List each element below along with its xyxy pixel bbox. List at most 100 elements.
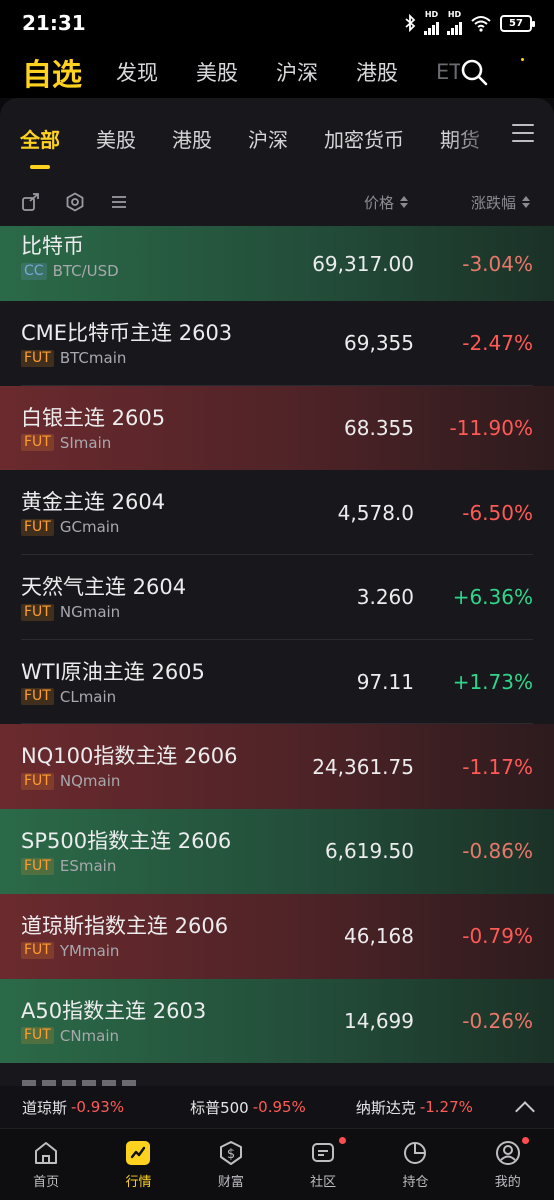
list-view-icon[interactable]	[108, 191, 130, 213]
tab-us-stocks[interactable]: 美股	[196, 57, 238, 87]
nav-profile[interactable]: 我的	[462, 1129, 554, 1200]
profile-icon	[495, 1141, 520, 1165]
hd-label-1: HD	[424, 10, 439, 19]
tab-etf[interactable]: ETF	[436, 60, 460, 84]
instrument-name: CME比特币主连 2603	[21, 321, 233, 345]
price-value: 46,168	[344, 924, 414, 949]
price-value: 68.355	[344, 416, 414, 441]
settings-icon[interactable]	[64, 191, 86, 213]
price-value: 69,317.00	[312, 251, 414, 276]
quote-list: 比特币 CC BTC/USD 69,317.00 -3.04% CME比特币主连 …	[0, 226, 554, 1064]
instrument-symbol: BTCmain	[59, 349, 127, 367]
market-badge: FUT	[21, 857, 54, 875]
price-value: 14,699	[344, 1008, 414, 1033]
tab-a-shares[interactable]: 沪深	[276, 57, 318, 87]
market-badge: CC	[21, 262, 47, 280]
instrument-name: SP500指数主连 2606	[21, 829, 232, 854]
home-icon	[35, 1142, 58, 1164]
quote-row[interactable]: WTI原油主连 2605 FUT CLmain 97.11 +1.73%	[0, 640, 554, 725]
nav-community[interactable]: 社区	[277, 1129, 369, 1200]
change-column-header[interactable]: 涨跌幅	[471, 192, 530, 213]
status-time: 21:31	[22, 11, 86, 35]
markets-icon	[126, 1141, 151, 1165]
quote-row[interactable]: CME比特币主连 2603 FUT BTCmain 69,355 -2.47%	[0, 301, 554, 386]
market-badge: FUT	[21, 942, 54, 960]
bluetooth-icon	[405, 14, 416, 32]
signal-icon-2	[447, 19, 462, 35]
change-value: +6.36%	[452, 585, 533, 610]
status-bar: 21:31 HD HD 57	[0, 0, 554, 46]
ticker-sp500: 标普500 -0.95%	[190, 1098, 306, 1117]
list-header: 价格 涨跌幅	[0, 178, 554, 226]
ticker-dow: 道琼斯 -0.93%	[22, 1098, 125, 1117]
quote-row[interactable]: 比特币 CC BTC/USD 69,317.00 -3.04%	[0, 226, 554, 301]
nav-label: 持仓	[402, 1175, 429, 1190]
price-column-header[interactable]: 价格	[364, 192, 408, 213]
signal-icon-1	[424, 19, 439, 35]
instrument-name: 白银主连 2605	[21, 405, 166, 430]
instrument-name: 天然气主连 2604	[21, 575, 187, 600]
hd-label-2: HD	[447, 10, 462, 19]
market-badge: FUT	[21, 772, 54, 790]
nav-home[interactable]: 首页	[0, 1129, 92, 1200]
market-badge: FUT	[21, 434, 54, 452]
tab-discover[interactable]: 发现	[116, 57, 158, 87]
nav-label: 我的	[494, 1175, 521, 1190]
instrument-name: WTI原油主连 2605	[21, 659, 205, 684]
nav-wealth[interactable]: $ 财富	[185, 1129, 277, 1200]
instrument-name: 比特币	[21, 234, 84, 258]
quote-row[interactable]: 道琼斯指数主连 2606 FUT YMmain 46,168 -0.79%	[0, 893, 554, 979]
price-value: 3.260	[356, 585, 414, 610]
index-ticker[interactable]: 道琼斯 -0.93% 标普500 -0.95% 纳斯达克 -1.27%	[0, 1086, 554, 1128]
tab-watchlist[interactable]: 自选	[22, 50, 82, 94]
nav-positions[interactable]: 持仓	[369, 1129, 461, 1200]
subtab-all[interactable]: 全部	[20, 124, 60, 153]
menu-icon[interactable]	[512, 124, 534, 144]
price-value: 69,355	[344, 331, 414, 356]
price-header-label: 价格	[363, 193, 394, 212]
price-value: 97.11	[356, 670, 414, 695]
tabs-fade-overlay	[446, 98, 506, 178]
nav-label: 首页	[33, 1175, 60, 1190]
subtab-us[interactable]: 美股	[96, 124, 136, 153]
quote-row[interactable]: 白银主连 2605 FUT SImain 68.355 -11.90%	[0, 385, 554, 471]
tab-hk-stocks[interactable]: 港股	[356, 57, 398, 87]
change-value: -0.26%	[462, 1008, 533, 1033]
change-value: -3.04%	[462, 251, 533, 276]
quote-row[interactable]: A50指数主连 2603 FUT CNmain 14,699 -0.26%	[0, 978, 554, 1064]
instrument-name: 道琼斯指数主连 2606	[21, 913, 229, 938]
change-value: +1.73%	[452, 670, 533, 695]
instrument-symbol: BTC/USD	[52, 262, 119, 280]
search-icon[interactable]	[458, 56, 490, 88]
quote-row[interactable]: NQ100指数主连 2606 FUT NQmain 24,361.75 -1.17…	[0, 724, 554, 810]
instrument-symbol: CNmain	[59, 1026, 120, 1045]
instrument-symbol: ESmain	[59, 857, 117, 876]
quote-row[interactable]: 天然气主连 2604 FUT NGmain 3.260 +6.36%	[0, 555, 554, 640]
battery-indicator: 57	[500, 14, 535, 32]
subtab-hk[interactable]: 港股	[172, 124, 212, 153]
change-value: -0.86%	[462, 839, 533, 864]
change-value: -1.17%	[462, 754, 533, 779]
sort-icon	[522, 196, 530, 208]
subtab-a-shares[interactable]: 沪深	[248, 124, 288, 153]
instrument-name: A50指数主连 2603	[21, 998, 207, 1023]
watchlist-panel: 全部 美股 港股 沪深 加密货币 期货 价格 涨跌幅 比特币 CC BTC/USD	[0, 98, 554, 1200]
price-value: 24,361.75	[312, 754, 414, 779]
chevron-up-icon[interactable]	[515, 1101, 535, 1121]
quote-row[interactable]: 黄金主连 2604 FUT GCmain 4,578.0 -6.50%	[0, 470, 554, 555]
instrument-symbol: GCmain	[59, 518, 120, 537]
wifi-icon	[471, 16, 491, 32]
subtab-crypto[interactable]: 加密货币	[324, 124, 404, 153]
nav-markets[interactable]: 行情	[92, 1129, 184, 1200]
market-badge: FUT	[21, 349, 54, 367]
quote-row[interactable]: SP500指数主连 2606 FUT ESmain 6,619.50 -0.86%	[0, 809, 554, 894]
price-value: 6,619.50	[324, 839, 414, 864]
notification-badge	[338, 1137, 346, 1144]
instrument-symbol: CLmain	[59, 687, 117, 706]
market-badge: FUT	[21, 603, 54, 621]
nav-label: 财富	[217, 1175, 244, 1190]
share-icon[interactable]	[20, 191, 42, 213]
instrument-symbol: SImain	[59, 433, 112, 452]
notification-dot	[521, 58, 524, 61]
svg-text:$: $	[227, 1147, 235, 1162]
